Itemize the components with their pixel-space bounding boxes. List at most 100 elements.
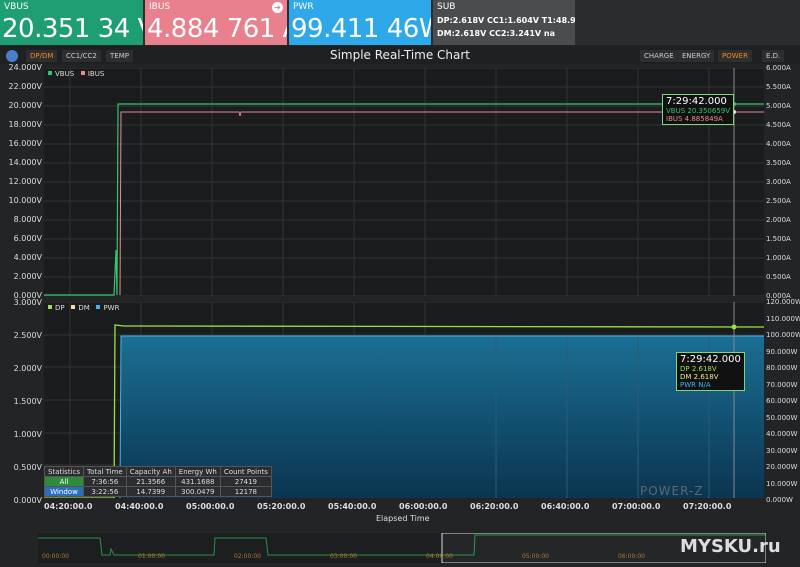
x-tick: 04:20:00.0 xyxy=(44,502,93,511)
stats-header: Total Time xyxy=(83,466,127,477)
stats-cell: 12178 xyxy=(219,486,272,497)
bottom-left-tick: 3.000V xyxy=(13,298,42,307)
tooltip-ibus: IBUS 4.885849A xyxy=(666,115,723,123)
tooltip-dm: DM 2.618V xyxy=(680,373,719,381)
overview-tick: 00:00:00 xyxy=(42,553,69,560)
bottom-right-tick: 70.000W xyxy=(766,380,798,389)
bottom-left-tick: 1.000V xyxy=(13,430,42,439)
top-right-tick: 4.500A xyxy=(766,121,791,129)
stats-cell: 21.3566 xyxy=(125,476,176,487)
tab-energy[interactable]: ENERGY xyxy=(678,50,715,62)
overview-tick: 02:00:00 xyxy=(234,553,261,560)
top-right-tick: 1.500A xyxy=(766,235,791,243)
stats-cell: 300.0479 xyxy=(174,486,221,497)
top-right-tick: 3.500A xyxy=(766,159,791,167)
legend-dm: DM xyxy=(78,304,90,312)
top-left-tick: 6.000V xyxy=(13,234,42,243)
top-left-tick: 24.000V xyxy=(8,63,42,72)
bottom-right-tick: 40.000W xyxy=(766,430,798,438)
overview-tick: 01:00:00 xyxy=(138,553,165,560)
x-axis-title: Elapsed Time xyxy=(376,514,430,523)
tooltip-time: 7:29:42.000 xyxy=(666,96,727,107)
power-z-watermark: POWER-Z xyxy=(640,484,704,498)
ibus-legend-swatch xyxy=(80,71,85,75)
top-left-tick: 22.000V xyxy=(8,82,42,91)
tab-dp-dm[interactable]: DP/DM xyxy=(26,50,58,62)
top-right-tick: 2.500A xyxy=(766,197,791,205)
top-right-tick: 1.000A xyxy=(766,254,791,262)
top-right-tick: 5.000A xyxy=(766,102,791,110)
chart-title: Simple Real-Time Chart xyxy=(329,48,471,62)
top-chart-legend: VBUS IBUS xyxy=(48,70,104,78)
top-right-tick: 6.000A xyxy=(766,64,791,72)
tab-temp[interactable]: TEMP xyxy=(106,50,133,62)
sub-card[interactable]: SUB DP:2.618V CC1:1.604V T1:48.91°C DM:2… xyxy=(433,0,575,45)
tab-ed[interactable]: E.D. xyxy=(762,50,785,62)
stats-header-row: Statistics Total Time Capacity Ah Energy… xyxy=(44,466,272,477)
top-chart-svg xyxy=(44,67,764,297)
top-left-tick: 16.000V xyxy=(8,139,42,148)
stats-header: Count Points xyxy=(219,466,272,477)
x-tick: 05:40:00.0 xyxy=(328,502,377,511)
bottom-right-tick: 120.000W xyxy=(766,298,800,306)
top-left-tick: 2.000V xyxy=(13,272,42,281)
bottom-right-tick: 0.000W xyxy=(766,496,793,504)
overview-navigator[interactable]: 00:00:00 01:00:00 02:00:00 03:00:00 04:00:00… xyxy=(38,532,767,564)
x-tick: 06:20:00.0 xyxy=(470,502,519,511)
top-left-tick: 12.000V xyxy=(8,177,42,186)
x-tick: 07:00:00.0 xyxy=(612,502,661,511)
x-tick: 07:20:00.0 xyxy=(683,502,732,511)
bottom-right-tick: 60.000W xyxy=(766,397,798,405)
top-right-tick: 2.000A xyxy=(766,216,791,224)
stats-header: Energy Wh xyxy=(174,466,221,477)
dp-legend-swatch xyxy=(48,305,52,309)
bottom-left-tick: 1.500V xyxy=(13,397,42,406)
bottom-right-tick: 100.000W xyxy=(766,331,800,339)
chart-toolbar: DP/DM CC1/CC2 TEMP Simple Real-Time Char… xyxy=(0,46,800,64)
stats-cell: 14.7399 xyxy=(125,486,176,497)
bottom-chart-legend: DP DM PWR xyxy=(48,304,119,312)
sub-label: SUB xyxy=(437,2,456,12)
top-left-tick: 20.000V xyxy=(8,101,42,110)
top-chart-area[interactable]: VBUS IBUS 7:29:42.000 VBUS 20.350659V IB… xyxy=(44,67,764,297)
top-right-tick: 5.500A xyxy=(766,83,791,91)
overview-tick: 03:00:00 xyxy=(330,553,357,560)
top-left-tick: 18.000V xyxy=(8,120,42,129)
pwr-legend-swatch xyxy=(96,305,101,309)
bottom-right-tick: 110.000W xyxy=(766,314,800,323)
overview-tick: 05:00:00 xyxy=(522,553,549,560)
tab-cc1-cc2[interactable]: CC1/CC2 xyxy=(62,50,101,62)
bottom-right-tick: 80.000W xyxy=(766,364,798,372)
tooltip-pwr: PWR N/A xyxy=(680,381,711,389)
vbus-legend-swatch xyxy=(48,71,52,75)
stats-cell: 7:36:56 xyxy=(83,476,127,487)
ibus-label: IBUS xyxy=(149,2,171,12)
tab-power[interactable]: POWER xyxy=(718,50,752,62)
bottom-right-tick: 30.000W xyxy=(766,446,798,455)
stats-row-label: All xyxy=(44,476,84,487)
site-watermark: MYSKU.ru xyxy=(680,536,781,557)
tooltip-vbus: VBUS 20.350659V xyxy=(666,107,731,115)
stats-cell: 3:22:56 xyxy=(83,486,127,497)
top-left-tick: 8.000V xyxy=(13,215,42,224)
tab-charge[interactable]: CHARGE xyxy=(640,50,678,62)
tooltip-dp: DP 2.618V xyxy=(680,365,717,373)
ibus-value: 4.884 761 A xyxy=(147,14,287,44)
top-left-tick: 4.000V xyxy=(13,253,42,262)
stats-cell: 431.1688 xyxy=(174,476,221,487)
top-chart-tooltip: 7:29:42.000 VBUS 20.350659V IBUS 4.88584… xyxy=(662,94,735,125)
pwr-value: 99.411 46W xyxy=(291,14,431,44)
vbus-card[interactable]: VBUS 20.351 34 V xyxy=(0,0,143,45)
legend-ibus: IBUS xyxy=(87,70,105,78)
pwr-card[interactable]: PWR 99.411 46W xyxy=(289,0,431,45)
top-readout-bar: VBUS 20.351 34 V IBUS ➜ 4.884 761 A PWR … xyxy=(0,0,800,45)
app-logo-icon[interactable] xyxy=(6,50,18,62)
ibus-card[interactable]: IBUS ➜ 4.884 761 A xyxy=(145,0,287,45)
tooltip-time-2: 7:29:42.000 xyxy=(680,354,741,365)
stats-header: Statistics xyxy=(44,466,84,477)
stats-header: Capacity Ah xyxy=(125,466,176,477)
legend-dp: DP xyxy=(55,304,65,312)
x-tick: 06:40:00.0 xyxy=(541,502,590,511)
x-tick: 04:40:00.0 xyxy=(115,502,164,511)
arrow-right-icon[interactable]: ➜ xyxy=(272,2,283,13)
